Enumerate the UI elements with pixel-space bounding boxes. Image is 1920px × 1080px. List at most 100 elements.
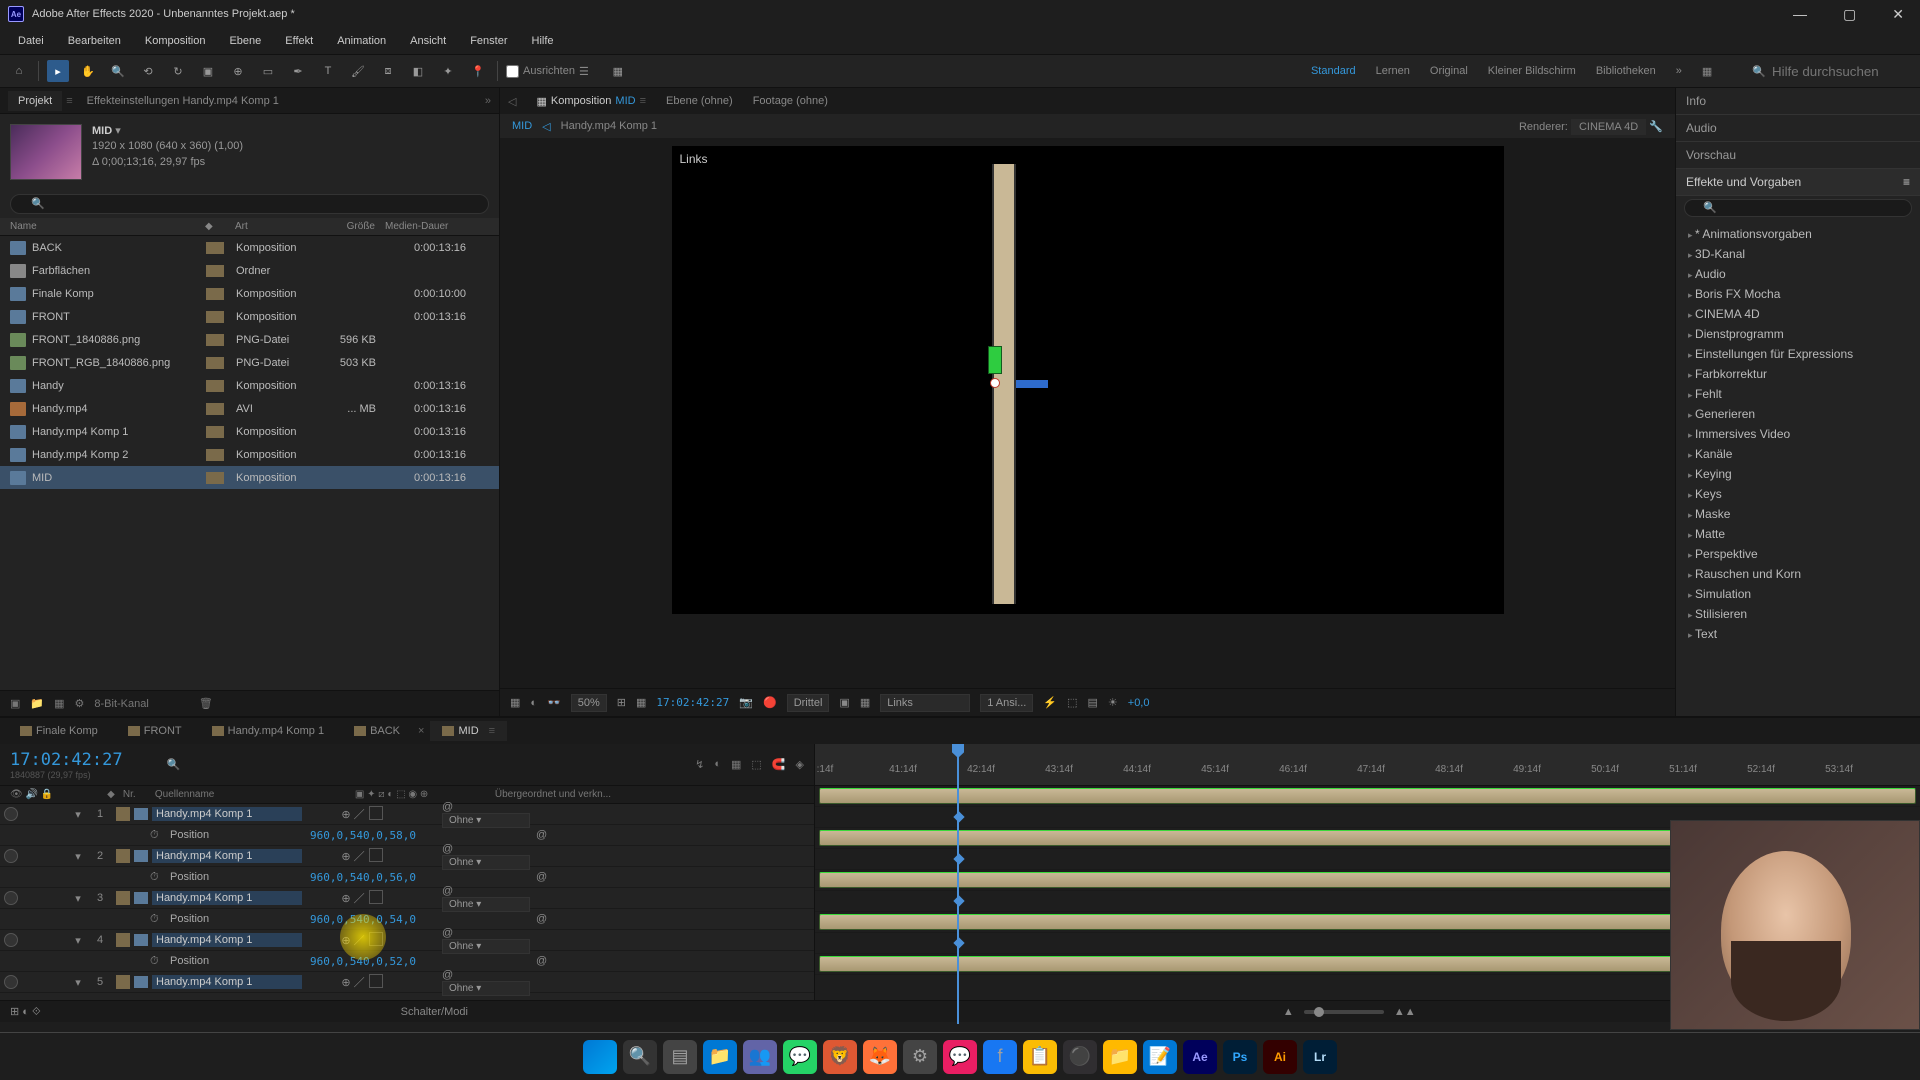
viewer-toggle-icon[interactable]: ◁ xyxy=(508,95,516,108)
color-tag[interactable] xyxy=(206,449,224,461)
layer-name[interactable]: Handy.mp4 Komp 1 xyxy=(152,891,302,905)
menu-effect[interactable]: Effekt xyxy=(275,31,323,51)
rotate-tool-icon[interactable]: ↻ xyxy=(167,60,189,82)
obs-icon[interactable]: ⚫ xyxy=(1063,1040,1097,1074)
project-item[interactable]: FRONT Komposition 0:00:13:16 xyxy=(0,305,499,328)
layer-color-tag[interactable] xyxy=(116,975,130,989)
expression-pickwhip-icon[interactable]: @ xyxy=(536,913,547,925)
preset-category[interactable]: Generieren xyxy=(1676,404,1920,424)
layer-switches[interactable]: ⊕ ／ xyxy=(302,932,422,948)
preset-category[interactable]: Farbkorrektur xyxy=(1676,364,1920,384)
preset-category[interactable]: Perspektive xyxy=(1676,544,1920,564)
stamp-tool-icon[interactable]: ⧈ xyxy=(377,60,399,82)
project-search-input[interactable] xyxy=(10,194,489,214)
tl-blur-icon[interactable]: ◐ xyxy=(714,758,721,771)
tl-shy-icon[interactable]: ↯ xyxy=(695,758,704,771)
menu-composition[interactable]: Komposition xyxy=(135,31,216,51)
tab-footage[interactable]: Footage (ohne) xyxy=(753,95,828,107)
preset-category[interactable]: Maske xyxy=(1676,504,1920,524)
layer-switches[interactable]: ⊕ ／ xyxy=(302,806,422,822)
color-tag[interactable] xyxy=(206,380,224,392)
layer-color-tag[interactable] xyxy=(116,807,130,821)
tl-3d-icon[interactable]: ⬚ xyxy=(751,758,761,771)
tl-tab-mid[interactable]: MID≡ xyxy=(430,721,507,741)
layer-name[interactable]: Handy.mp4 Komp 1 xyxy=(152,807,302,821)
exposure-value[interactable]: +0,0 xyxy=(1128,697,1150,709)
col-nr[interactable]: Nr. xyxy=(123,789,155,800)
visibility-toggle-icon[interactable] xyxy=(4,975,18,989)
start-button[interactable] xyxy=(583,1040,617,1074)
tl-tab-back[interactable]: BACK xyxy=(342,721,412,741)
project-item[interactable]: Handy.mp4 AVI ... MB 0:00:13:16 xyxy=(0,397,499,420)
roi-icon[interactable]: ▣ xyxy=(839,696,849,709)
3d-switch[interactable] xyxy=(369,974,383,988)
preset-category[interactable]: Immersives Video xyxy=(1676,424,1920,444)
property-value[interactable]: 960,0,540,0,56,0 xyxy=(310,871,416,884)
3d-switch[interactable] xyxy=(369,806,383,820)
panel-effects-presets[interactable]: Effekte und Vorgaben ≡ xyxy=(1676,169,1920,196)
teams-icon[interactable]: 👥 xyxy=(743,1040,777,1074)
color-tag[interactable] xyxy=(206,311,224,323)
3d-switch[interactable] xyxy=(369,848,383,862)
workspace-original[interactable]: Original xyxy=(1430,65,1468,77)
panel-preview[interactable]: Vorschau xyxy=(1676,142,1920,169)
layer-row[interactable]: ▾ 1 Handy.mp4 Komp 1 ⊕ ／ @ Ohne ▾ xyxy=(0,804,814,825)
panel-overflow-icon[interactable]: » xyxy=(485,95,491,107)
expression-pickwhip-icon[interactable]: @ xyxy=(536,829,547,841)
tl-tab-front[interactable]: FRONT xyxy=(116,721,194,741)
grid-icon[interactable]: ▦ xyxy=(636,696,646,709)
project-item[interactable]: Handy.mp4 Komp 1 Komposition 0:00:13:16 xyxy=(0,420,499,443)
trash-icon[interactable]: 🗑 xyxy=(199,697,213,710)
new-comp-icon[interactable]: ▦ xyxy=(54,697,64,710)
zoom-slider[interactable] xyxy=(1304,1010,1384,1014)
crumb-parent[interactable]: Handy.mp4 Komp 1 xyxy=(561,120,657,132)
col-parent[interactable]: Übergeordnet und verkn... xyxy=(495,789,611,800)
twirl-icon[interactable]: ▾ xyxy=(68,808,88,821)
lightroom-icon[interactable]: Lr xyxy=(1303,1040,1337,1074)
tab-project[interactable]: Projekt xyxy=(8,91,62,111)
close-button[interactable]: ✕ xyxy=(1884,4,1912,25)
eraser-tool-icon[interactable]: ◧ xyxy=(407,60,429,82)
project-item[interactable]: BACK Komposition 0:00:13:16 xyxy=(0,236,499,259)
parent-pickwhip-icon[interactable]: @ Ohne ▾ xyxy=(442,927,542,954)
property-row[interactable]: ⏱ Position 960,0,540,0,54,0 @ xyxy=(0,909,814,930)
orbit-tool-icon[interactable]: ⟲ xyxy=(137,60,159,82)
3d-icon[interactable]: ⬚ xyxy=(1067,696,1077,709)
menu-help[interactable]: Hilfe xyxy=(522,31,564,51)
composition-thumbnail[interactable] xyxy=(10,124,82,180)
exposure-icon[interactable]: ☀ xyxy=(1108,696,1118,709)
zoom-out-icon[interactable]: ▲ xyxy=(1283,1006,1294,1018)
viewer-timecode[interactable]: 17:02:42:27 xyxy=(656,696,729,709)
cti-line[interactable] xyxy=(957,786,959,1000)
zoom-in-icon[interactable]: ▲▲ xyxy=(1394,1006,1416,1018)
after-effects-icon[interactable]: Ae xyxy=(1183,1040,1217,1074)
stopwatch-icon[interactable]: ⏱ xyxy=(150,871,164,884)
brush-tool-icon[interactable]: 🖌 xyxy=(347,60,369,82)
menu-file[interactable]: Datei xyxy=(8,31,54,51)
tl-graph-icon[interactable]: ▦ xyxy=(731,758,741,771)
color-tag[interactable] xyxy=(206,288,224,300)
workspace-small[interactable]: Kleiner Bildschirm xyxy=(1488,65,1576,77)
parent-dropdown[interactable]: Ohne ▾ xyxy=(442,897,530,912)
property-row[interactable]: ⏱ Position 960,0,540,0,56,0 @ xyxy=(0,867,814,888)
comp-dropdown-icon[interactable]: ▾ xyxy=(115,125,121,137)
property-value[interactable]: 960,0,540,0,58,0 xyxy=(310,829,416,842)
explorer-icon[interactable]: 📁 xyxy=(703,1040,737,1074)
layer-color-tag[interactable] xyxy=(116,933,130,947)
adjustment-icon[interactable]: ⚙ xyxy=(75,697,85,710)
twirl-icon[interactable]: ▾ xyxy=(68,976,88,989)
workspace-learn[interactable]: Lernen xyxy=(1376,65,1410,77)
parent-pickwhip-icon[interactable]: @ Ohne ▾ xyxy=(442,801,542,828)
tab-effect-controls[interactable]: Effekteinstellungen Handy.mp4 Komp 1 xyxy=(77,91,289,111)
layer-row[interactable]: ▾ 3 Handy.mp4 Komp 1 ⊕ ／ @ Ohne ▾ xyxy=(0,888,814,909)
preset-category[interactable]: 3D-Kanal xyxy=(1676,244,1920,264)
alpha-icon[interactable]: ▦ xyxy=(510,696,520,709)
col-header-name[interactable]: Name xyxy=(10,221,205,232)
pen-tool-icon[interactable]: ✒ xyxy=(287,60,309,82)
twirl-icon[interactable]: ▾ xyxy=(68,892,88,905)
layer-name[interactable]: Handy.mp4 Komp 1 xyxy=(152,975,302,989)
tab-composition[interactable]: ▦ Komposition MID ≡ xyxy=(536,95,646,108)
workspace-standard[interactable]: Standard xyxy=(1311,65,1356,77)
illustrator-icon[interactable]: Ai xyxy=(1263,1040,1297,1074)
project-item[interactable]: Handy Komposition 0:00:13:16 xyxy=(0,374,499,397)
